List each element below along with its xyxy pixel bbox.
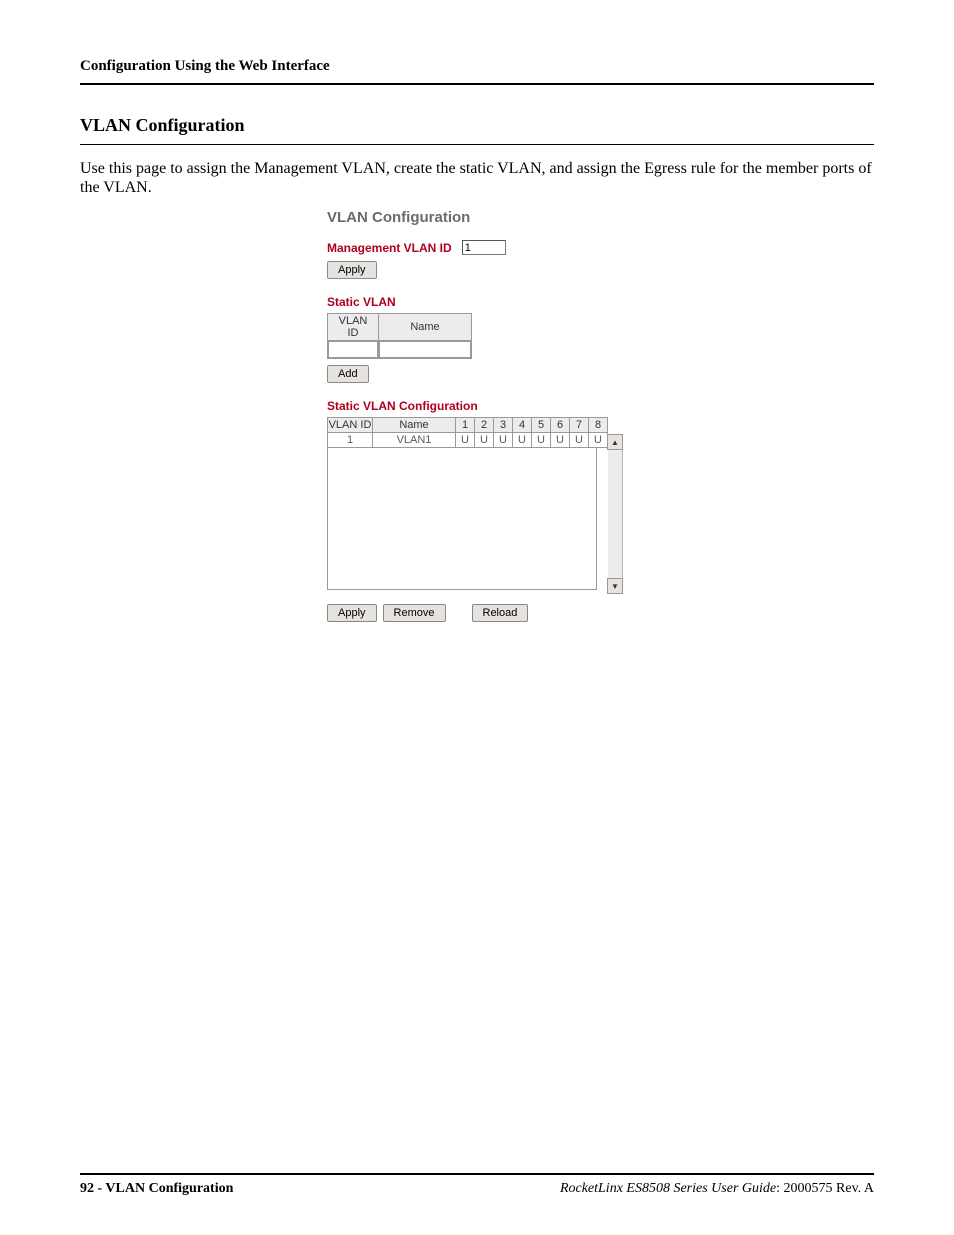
section-title: VLAN Configuration: [80, 115, 874, 136]
footer-right: RocketLinx ES8508 Series User Guide: 200…: [560, 1181, 874, 1197]
svc-header-name: Name: [373, 418, 456, 433]
static-vlan-header-name: Name: [379, 314, 472, 341]
static-vlan-config-label: Static VLAN Configuration: [327, 399, 627, 413]
static-vlan-id-input[interactable]: [328, 341, 378, 358]
table-header-row: VLAN ID Name 1 2 3 4 5 6 7 8: [328, 418, 608, 433]
page-footer: 92 - VLAN Configuration RocketLinx ES850…: [80, 1173, 874, 1197]
static-vlan-add-table: VLAN ID Name: [327, 313, 472, 359]
svc-cell-id: 1: [328, 433, 373, 448]
svc-header-id: VLAN ID: [328, 418, 373, 433]
svc-header-port-1: 1: [456, 418, 475, 433]
ui-title: VLAN Configuration: [327, 209, 627, 226]
scroll-up-icon[interactable]: ▲: [607, 434, 623, 450]
svc-cell-port-5[interactable]: U: [532, 433, 551, 448]
svc-header-port-2: 2: [475, 418, 494, 433]
reload-button[interactable]: Reload: [472, 604, 529, 622]
mgmt-vlan-input[interactable]: [462, 240, 506, 255]
table-empty-area: [327, 448, 597, 590]
svc-cell-port-1[interactable]: U: [456, 433, 475, 448]
static-vlan-name-input[interactable]: [379, 341, 471, 358]
svc-cell-port-3[interactable]: U: [494, 433, 513, 448]
body-text: Use this page to assign the Management V…: [80, 159, 874, 197]
svc-header-port-4: 4: [513, 418, 532, 433]
svc-cell-port-7[interactable]: U: [570, 433, 589, 448]
apply-mgmt-button[interactable]: Apply: [327, 261, 377, 279]
svc-header-port-5: 5: [532, 418, 551, 433]
mgmt-vlan-label: Management VLAN ID: [327, 241, 452, 255]
svc-header-port-3: 3: [494, 418, 513, 433]
svc-cell-port-8[interactable]: U: [589, 433, 608, 448]
scrollbar[interactable]: ▲ ▼: [608, 434, 623, 594]
svc-cell-port-4[interactable]: U: [513, 433, 532, 448]
svc-header-port-6: 6: [551, 418, 570, 433]
svc-header-port-8: 8: [589, 418, 608, 433]
footer-rule: [80, 1173, 874, 1175]
static-vlan-header-id: VLAN ID: [328, 314, 379, 341]
svc-header-port-7: 7: [570, 418, 589, 433]
apply-config-button[interactable]: Apply: [327, 604, 377, 622]
table-row[interactable]: 1 VLAN1 U U U U U U U U: [328, 433, 608, 448]
svc-cell-name: VLAN1: [373, 433, 456, 448]
add-button[interactable]: Add: [327, 365, 369, 383]
header-rule: [80, 83, 874, 85]
svc-cell-port-2[interactable]: U: [475, 433, 494, 448]
running-head: Configuration Using the Web Interface: [80, 58, 874, 75]
embedded-vlan-ui: VLAN Configuration Management VLAN ID Ap…: [327, 209, 627, 622]
static-vlan-config-table: VLAN ID Name 1 2 3 4 5 6 7 8 1: [327, 417, 608, 448]
svc-cell-port-6[interactable]: U: [551, 433, 570, 448]
scroll-down-icon[interactable]: ▼: [607, 578, 623, 594]
static-vlan-label: Static VLAN: [327, 295, 627, 309]
footer-left: 92 - VLAN Configuration: [80, 1181, 233, 1197]
section-rule: [80, 144, 874, 145]
remove-button[interactable]: Remove: [383, 604, 446, 622]
